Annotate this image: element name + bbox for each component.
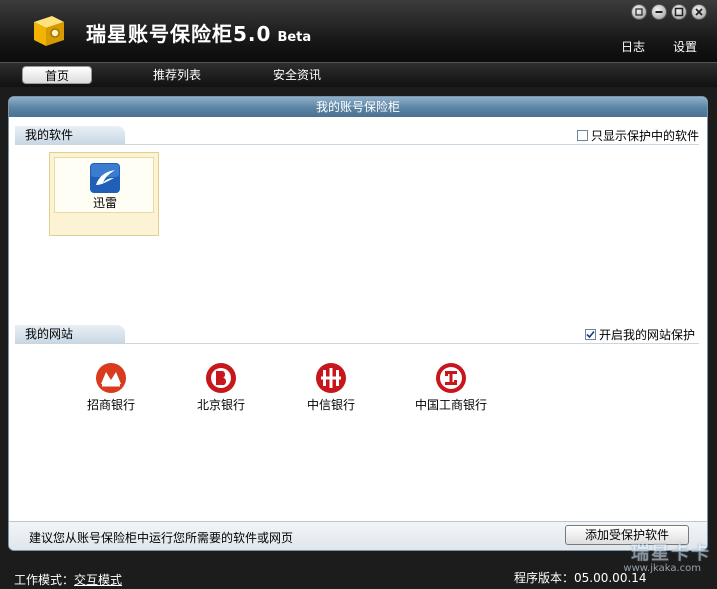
software-filter[interactable]: 只显示保护中的软件 (576, 127, 699, 144)
software-item-xunlei[interactable]: 迅雷 (49, 152, 159, 236)
website-protect-checkbox[interactable] (584, 329, 596, 340)
work-mode: 工作模式：交互模式 (14, 571, 122, 588)
tab-home[interactable]: 首页 (22, 66, 92, 84)
tab-security-news[interactable]: 安全资讯 (258, 66, 336, 84)
title-bar: 瑞星账号保险柜5.0 Beta 日志 设置 (0, 0, 717, 62)
skin-button[interactable] (631, 4, 647, 20)
site-item-citic[interactable]: 中信银行 (286, 362, 376, 413)
vault-panel: 我的账号保险柜 我的软件 只显示保护中的软件 迅雷 我的网站 开启我的网站保护 (8, 96, 708, 551)
minimize-icon (655, 11, 663, 13)
site-label: 北京银行 (196, 398, 245, 412)
citic-icon (316, 363, 346, 393)
window-controls (631, 4, 707, 20)
site-label: 中国工商银行 (414, 398, 487, 412)
cmb-icon (96, 363, 126, 393)
log-link[interactable]: 日志 (621, 38, 645, 55)
tab-bar: 首页 推荐列表 安全资讯 (0, 62, 717, 87)
hint-text: 建议您从账号保险柜中运行您所需要的软件或网页 (29, 531, 294, 545)
settings-link[interactable]: 设置 (673, 38, 697, 55)
site-label: 招商银行 (86, 398, 135, 412)
status-bar: 工作模式：交互模式 程序版本：05.00.00.14 瑞星卡卡 www.jkak… (0, 543, 717, 589)
beta-label: Beta (277, 30, 312, 45)
icbc-icon (436, 363, 466, 393)
panel-status-strip: 建议您从账号保险柜中运行您所需要的软件或网页 添加受保护软件 (9, 521, 707, 550)
app-title: 瑞星账号保险柜5.0 Beta (86, 18, 311, 47)
site-item-bob[interactable]: 北京银行 (176, 362, 266, 413)
close-button[interactable] (691, 4, 707, 20)
software-filter-label: 只显示保护中的软件 (590, 129, 699, 143)
version-label: 程序版本： (514, 571, 575, 585)
software-section-title: 我的软件 (15, 126, 125, 144)
work-mode-link[interactable]: 交互模式 (74, 573, 122, 587)
website-section-title: 我的网站 (15, 325, 125, 343)
website-section-header: 我的网站 开启我的网站保护 (15, 325, 699, 344)
top-links: 日志 设置 (621, 38, 697, 55)
site-label: 中信银行 (306, 398, 355, 412)
xunlei-icon (90, 163, 120, 193)
close-icon (695, 8, 703, 16)
minimize-button[interactable] (651, 4, 667, 20)
watermark-url: www.jkaka.com (623, 563, 701, 574)
skin-icon (635, 8, 643, 16)
tab-recommended[interactable]: 推荐列表 (138, 66, 216, 84)
safe-logo-icon (34, 16, 64, 46)
maximize-icon (674, 7, 684, 17)
software-item-label: 迅雷 (92, 196, 117, 210)
bob-icon (206, 363, 236, 393)
software-item-inner: 迅雷 (54, 157, 154, 213)
watermark-text: 瑞星卡卡 (631, 543, 711, 564)
website-protect-toggle[interactable]: 开启我的网站保护 (584, 326, 695, 343)
maximize-button[interactable] (671, 4, 687, 20)
checkmark-icon (586, 330, 595, 339)
site-item-icbc[interactable]: 中国工商银行 (396, 362, 506, 413)
software-filter-checkbox[interactable] (576, 130, 588, 141)
work-mode-label: 工作模式： (14, 573, 75, 587)
site-item-cmb[interactable]: 招商银行 (66, 362, 156, 413)
software-section-header: 我的软件 只显示保护中的软件 (15, 126, 699, 145)
website-protect-label: 开启我的网站保护 (598, 328, 695, 342)
panel-title: 我的账号保险柜 (9, 97, 707, 117)
app-title-text: 瑞星账号保险柜5.0 (86, 22, 272, 46)
